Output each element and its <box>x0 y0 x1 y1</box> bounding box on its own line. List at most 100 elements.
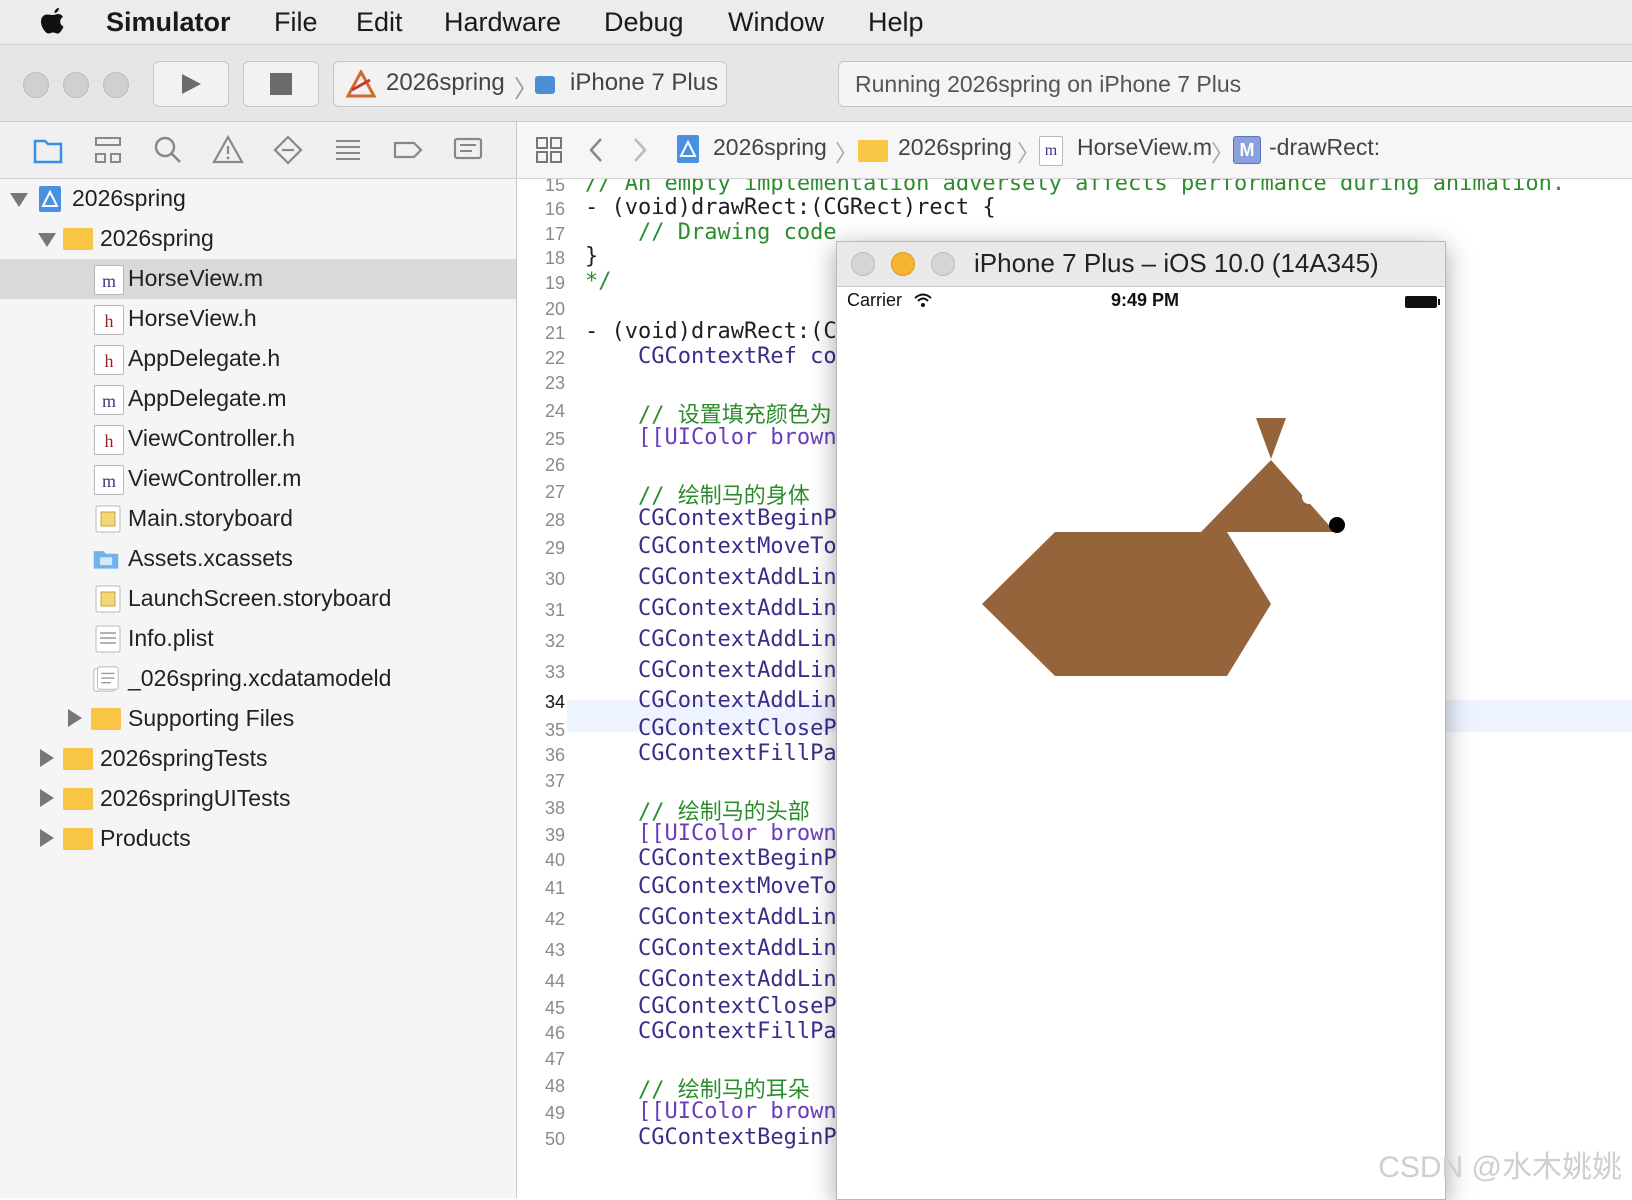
code-line: CGContextMoveTo <box>585 874 837 899</box>
menu-app-name[interactable]: Simulator <box>106 6 231 38</box>
folder-icon <box>63 748 93 770</box>
menu-file[interactable]: File <box>274 6 318 38</box>
objc-m-file-icon: m <box>94 385 124 415</box>
run-button[interactable] <box>153 61 229 107</box>
symbol-navigator-icon[interactable] <box>92 134 124 166</box>
tree-item-label: _026spring.xcdatamodeld <box>128 665 392 691</box>
line-number: 50 <box>544 1129 565 1149</box>
tree-item-file[interactable]: m ViewController.m <box>0 459 516 499</box>
tree-item-folder[interactable]: Supporting Files <box>0 699 516 739</box>
folder-icon <box>63 788 93 810</box>
tree-item-folder[interactable]: 2026spring <box>0 219 516 259</box>
tree-item-file[interactable]: Main.storyboard <box>0 499 516 539</box>
jump-crumb-file[interactable]: HorseView.m <box>1077 134 1212 161</box>
code-line: CGContextRef co <box>585 344 837 369</box>
code-line: // An empty implementation adversely aff… <box>585 179 1566 196</box>
jump-crumb-method[interactable]: -drawRect: <box>1269 134 1380 161</box>
close-window-button[interactable] <box>23 72 49 98</box>
objc-m-file-icon: m <box>94 265 124 295</box>
minimize-window-button[interactable] <box>891 252 915 276</box>
tree-item-file[interactable]: m AppDelegate.m <box>0 379 516 419</box>
disclosure-open-icon[interactable] <box>38 233 56 247</box>
tree-item-label: HorseView.h <box>128 305 257 331</box>
scheme-selector[interactable]: 2026spring 〉 iPhone 7 Plus <box>333 61 727 107</box>
status-text: Running 2026spring on iPhone 7 Plus <box>855 71 1242 97</box>
tree-item-file[interactable]: h AppDelegate.h <box>0 339 516 379</box>
related-items-grid-icon[interactable] <box>535 136 563 164</box>
tree-item-file[interactable]: h ViewController.h <box>0 419 516 459</box>
folder-icon <box>858 140 888 162</box>
code-line: CGContextAddLin <box>585 688 837 713</box>
jump-crumb-project[interactable]: 2026spring <box>713 134 827 161</box>
stop-button[interactable] <box>243 61 319 107</box>
tree-item-file[interactable]: Assets.xcassets <box>0 539 516 579</box>
code-line: // Drawing code <box>585 220 837 245</box>
line-number: 41 <box>544 878 565 898</box>
line-number-gutter: 15 16 17 18 19 20 21 22 23 24 25 26 27 28 29 30 31 32 33 34… <box>517 179 567 1198</box>
line-number: 16 <box>544 199 565 219</box>
disclosure-closed-icon[interactable] <box>40 749 54 767</box>
tree-item-file[interactable]: h HorseView.h <box>0 299 516 339</box>
apple-logo-icon[interactable] <box>38 6 68 38</box>
search-icon[interactable] <box>152 134 184 166</box>
back-chevron-icon[interactable] <box>587 137 605 163</box>
line-number: 32 <box>544 631 565 651</box>
menu-help[interactable]: Help <box>868 6 924 38</box>
report-icon[interactable] <box>452 134 484 166</box>
tree-item-folder[interactable]: 2026springTests <box>0 739 516 779</box>
tree-item-folder[interactable]: Products <box>0 819 516 859</box>
minimize-window-button[interactable] <box>63 72 89 98</box>
disclosure-open-icon[interactable] <box>10 193 28 207</box>
clock-label: 9:49 PM <box>1111 290 1180 310</box>
folder-icon <box>63 228 93 250</box>
line-number: 25 <box>544 429 565 449</box>
line-number: 20 <box>544 299 565 319</box>
folder-icon <box>91 708 121 730</box>
code-line: CGContextAddLin <box>585 627 837 652</box>
menu-hardware[interactable]: Hardware <box>444 6 561 38</box>
close-window-button[interactable] <box>851 252 875 276</box>
tree-item-project[interactable]: 2026spring <box>0 179 516 219</box>
line-number: 27 <box>544 482 565 502</box>
header-h-file-icon: h <box>94 425 124 455</box>
tree-item-file[interactable]: LaunchScreen.storyboard <box>0 579 516 619</box>
line-number: 43 <box>544 940 565 960</box>
xcode-app-icon <box>346 70 376 98</box>
test-diamond-icon[interactable] <box>272 134 304 166</box>
horse-drawing <box>982 418 1345 676</box>
forward-chevron-icon[interactable] <box>631 137 649 163</box>
tree-item-label: AppDelegate.h <box>128 345 281 371</box>
tree-item-label: Products <box>100 825 191 851</box>
disclosure-closed-icon[interactable] <box>40 789 54 807</box>
line-number: 18 <box>544 248 565 268</box>
tree-item-label: ViewController.h <box>128 425 296 451</box>
warning-icon[interactable] <box>212 134 244 166</box>
disclosure-closed-icon[interactable] <box>68 709 82 727</box>
line-number: 23 <box>544 373 565 393</box>
carrier-label: Carrier <box>847 290 903 310</box>
code-line: */ <box>585 269 612 294</box>
menu-edit[interactable]: Edit <box>356 6 403 38</box>
line-number: 49 <box>544 1103 565 1123</box>
assets-catalog-icon <box>93 551 119 569</box>
project-navigator-icon[interactable] <box>32 134 64 166</box>
simulator-title-bar[interactable]: iPhone 7 Plus – iOS 10.0 (14A345) <box>837 242 1445 287</box>
line-number: 30 <box>544 569 565 589</box>
debug-list-icon[interactable] <box>332 134 364 166</box>
code-line: CGContextBeginP <box>585 1125 837 1150</box>
tree-item-file[interactable]: _026spring.xcdatamodeld <box>0 659 516 699</box>
jump-crumb-group[interactable]: 2026spring <box>898 134 1012 161</box>
zoom-window-button[interactable] <box>103 72 129 98</box>
xcode-project-icon <box>39 186 61 212</box>
zoom-window-button[interactable] <box>931 252 955 276</box>
tree-item-folder[interactable]: 2026springUITests <box>0 779 516 819</box>
menu-window[interactable]: Window <box>728 6 824 38</box>
menu-debug[interactable]: Debug <box>604 6 684 38</box>
breakpoint-icon[interactable] <box>392 134 424 166</box>
device-icon <box>535 76 555 94</box>
line-number: 19 <box>544 273 565 293</box>
activity-status: Running 2026spring on iPhone 7 Plus <box>838 61 1632 107</box>
disclosure-closed-icon[interactable] <box>40 829 54 847</box>
tree-item-file[interactable]: Info.plist <box>0 619 516 659</box>
tree-item-file-selected[interactable]: m HorseView.m <box>0 259 516 299</box>
